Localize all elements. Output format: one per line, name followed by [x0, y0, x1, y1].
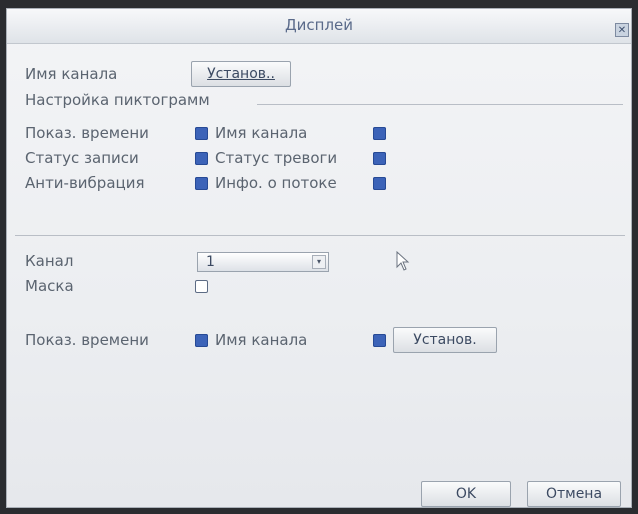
channel-name-icon-label: Имя канала: [215, 124, 308, 142]
mouse-cursor-icon: [396, 251, 410, 271]
ok-button[interactable]: OK: [421, 481, 511, 507]
anti-vibration-label: Анти-вибрация: [25, 174, 145, 192]
stream-info-label: Инфо. о потоке: [215, 174, 337, 192]
overlay-show-time-label: Показ. времени: [25, 331, 149, 349]
close-icon[interactable]: ✕: [615, 23, 629, 37]
channel-name-setup-button-label: Установ..: [207, 66, 275, 82]
mask-checkbox[interactable]: [195, 280, 208, 293]
channel-name-label: Имя канала: [25, 65, 118, 83]
overlay-channel-name-checkbox[interactable]: [373, 334, 386, 347]
overlay-channel-name-label: Имя канала: [215, 331, 308, 349]
alarm-status-label: Статус тревоги: [215, 149, 338, 167]
channel-select-value: 1: [206, 254, 215, 270]
icon-settings-header: Настройка пиктограмм: [25, 91, 210, 109]
channel-select[interactable]: 1 ▾: [197, 252, 329, 272]
chevron-down-icon[interactable]: ▾: [312, 255, 326, 269]
channel-name-icon-checkbox[interactable]: [373, 127, 386, 140]
anti-vibration-checkbox[interactable]: [195, 177, 208, 190]
dialog-title: Дисплей: [284, 16, 354, 34]
channel-label: Канал: [25, 252, 74, 270]
channel-name-setup-button[interactable]: Установ..: [191, 61, 291, 87]
overlay-show-time-checkbox[interactable]: [195, 334, 208, 347]
icon-settings-divider: [257, 104, 623, 105]
mask-label: Маска: [25, 277, 74, 295]
display-dialog: Дисплей ✕ Имя канала Установ.. Настройка…: [6, 8, 632, 508]
alarm-status-checkbox[interactable]: [373, 152, 386, 165]
show-time-checkbox[interactable]: [195, 127, 208, 140]
record-status-checkbox[interactable]: [195, 152, 208, 165]
section-divider: [15, 235, 625, 236]
record-status-label: Статус записи: [25, 149, 139, 167]
title-bar: Дисплей ✕: [7, 9, 631, 44]
overlay-setup-button[interactable]: Установ.: [393, 327, 497, 353]
stream-info-checkbox[interactable]: [373, 177, 386, 190]
cancel-button[interactable]: Отмена: [527, 481, 621, 507]
show-time-label: Показ. времени: [25, 124, 149, 142]
